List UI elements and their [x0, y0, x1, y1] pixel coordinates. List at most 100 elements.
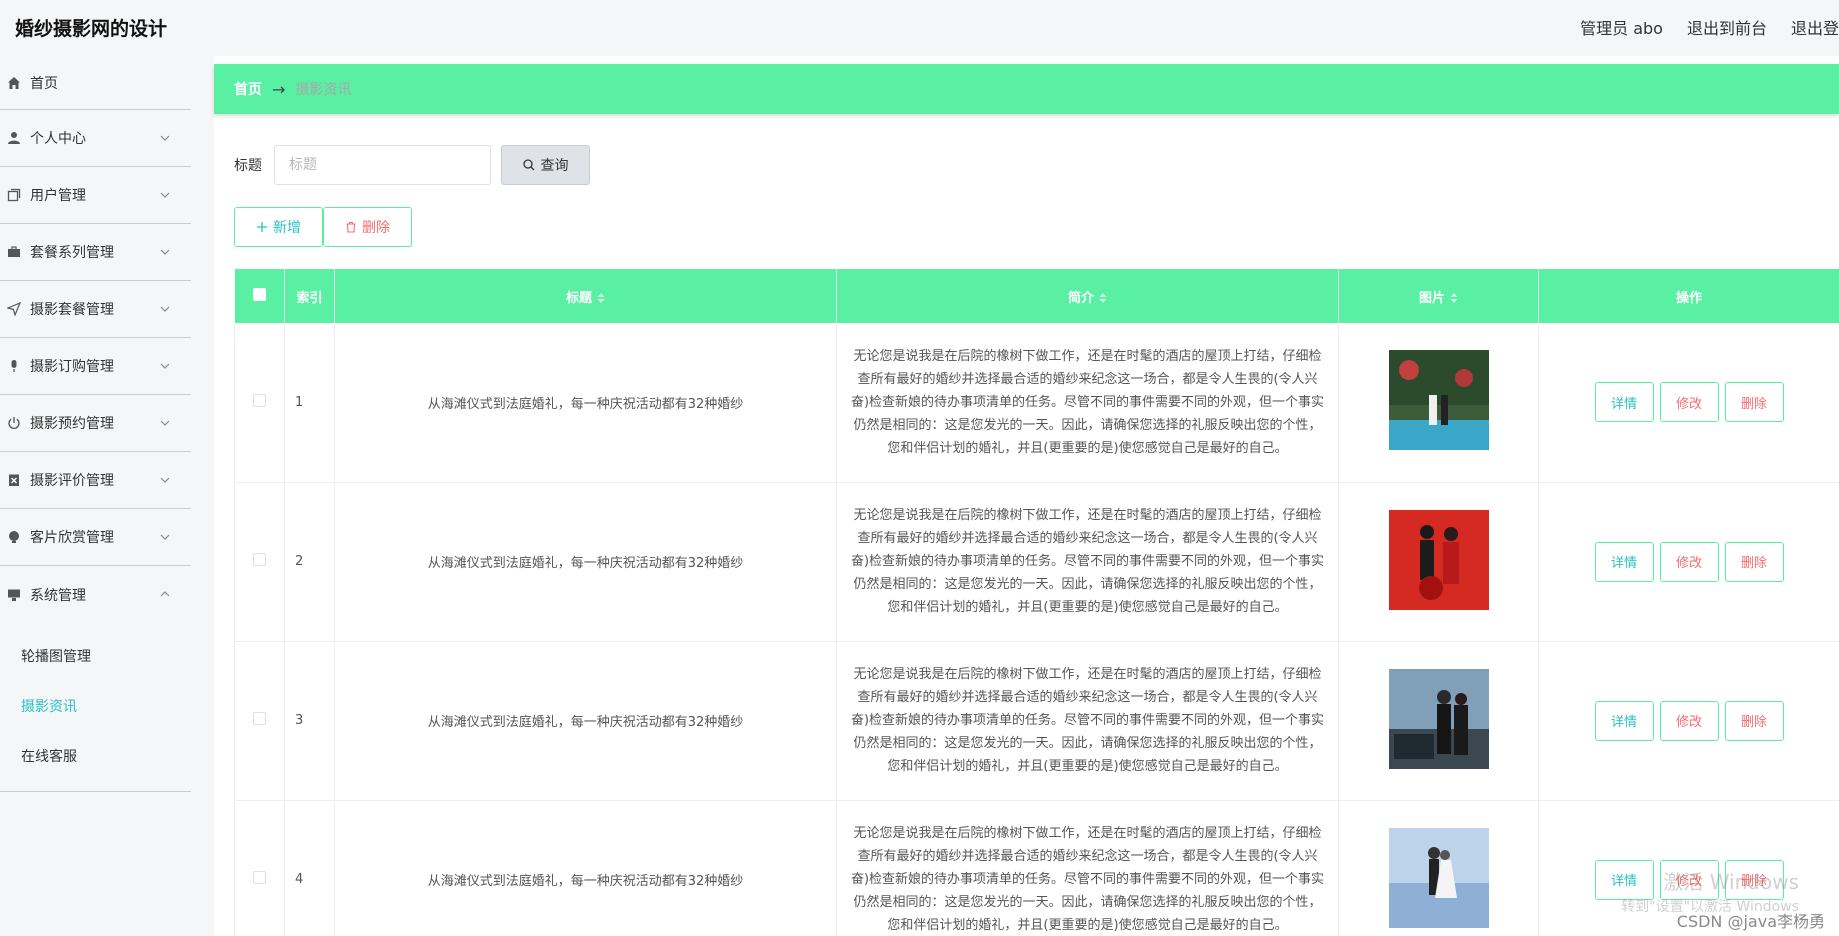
select-all-checkbox[interactable]	[252, 287, 266, 301]
row-title: 从海滩仪式到法庭婚礼，每一种庆祝活动都有32种婚纱	[334, 482, 837, 642]
sidebar-item-label: 用户管理	[30, 188, 86, 204]
breadcrumb: 首页 → 摄影资讯	[214, 64, 1839, 114]
row-checkbox[interactable]	[253, 393, 266, 407]
batch-delete-button[interactable]: 删除	[323, 207, 412, 247]
sidebar-item-label: 系统管理	[30, 587, 86, 604]
send-icon	[6, 301, 22, 317]
header-ops: 操作	[1538, 269, 1839, 323]
row-checkbox[interactable]	[253, 553, 266, 566]
sidebar-item-system[interactable]: 系统管理	[0, 566, 191, 623]
row-title: 从海滩仪式到法庭婚礼，每一种庆祝活动都有32种婚纱	[334, 800, 837, 936]
detail-button[interactable]: 详情	[1594, 541, 1654, 582]
action-bar: 新增 删除	[234, 207, 412, 247]
header-title-label: 标题	[565, 290, 592, 306]
sidebar-item-label: 客片欣赏管理	[30, 530, 114, 546]
chevron-down-icon	[160, 306, 170, 312]
breadcrumb-home[interactable]: 首页	[234, 79, 262, 99]
news-table: 索引 标题 简介 图片 操作 1 从海滩仪式到法庭婚礼，每一种庆祝活动都有32种…	[234, 269, 1839, 936]
edit-button[interactable]: 修改	[1659, 541, 1719, 582]
row-checkbox[interactable]	[253, 871, 266, 884]
header-intro[interactable]: 简介	[836, 269, 1339, 323]
select-all-cell	[234, 269, 285, 323]
table-row: 1 从海滩仪式到法庭婚礼，每一种庆祝活动都有32种婚纱 无论您是说我是在后院的橡…	[234, 323, 1839, 483]
table-row: 3 从海滩仪式到法庭婚礼，每一种庆祝活动都有32种婚纱 无论您是说我是在后院的橡…	[234, 641, 1839, 801]
wedding-photo-thumbnail[interactable]	[1388, 509, 1489, 610]
delete-box-icon	[6, 472, 22, 488]
sidebar-item-label: 摄影套餐管理	[30, 302, 114, 318]
detail-button[interactable]: 详情	[1594, 859, 1654, 900]
row-checkbox-cell	[234, 800, 285, 936]
edit-button[interactable]: 修改	[1659, 382, 1719, 423]
edit-button[interactable]: 修改	[1659, 700, 1719, 741]
row-checkbox-cell	[234, 482, 285, 642]
search-form: 标题 查询	[234, 145, 590, 185]
chevron-down-icon	[160, 249, 170, 255]
chevron-down-icon	[160, 477, 170, 483]
header-title[interactable]: 标题	[334, 269, 837, 323]
row-checkbox-cell	[234, 641, 285, 801]
row-index: 1	[284, 323, 335, 483]
search-icon	[522, 159, 534, 171]
bulb-icon	[6, 529, 22, 545]
row-checkbox[interactable]	[253, 712, 266, 725]
search-label: 标题	[234, 158, 262, 174]
monitor-icon	[6, 587, 22, 603]
table-row: 4 从海滩仪式到法庭婚礼，每一种庆祝活动都有32种婚纱 无论您是说我是在后院的橡…	[234, 800, 1839, 936]
sidebar-item-home[interactable]: 首页	[0, 56, 191, 110]
chevron-down-icon	[160, 420, 170, 426]
chevron-down-icon	[160, 363, 170, 369]
header-image-label: 图片	[1418, 290, 1445, 306]
row-title: 从海滩仪式到法庭婚礼，每一种庆祝活动都有32种婚纱	[334, 641, 837, 801]
admin-label: 管理员 abo	[1580, 19, 1663, 38]
sidebar-item-package-series[interactable]: 套餐系列管理	[0, 224, 191, 281]
sidebar-item-photo-order[interactable]: 摄影订购管理	[0, 338, 191, 395]
sort-icon	[597, 293, 605, 303]
sidebar-item-photo-package[interactable]: 摄影套餐管理	[0, 281, 191, 338]
row-image-cell	[1338, 641, 1539, 801]
chevron-down-icon	[160, 192, 170, 198]
row-index: 2	[284, 482, 335, 642]
sidebar-item-users[interactable]: 用户管理	[0, 167, 191, 224]
sidebar-item-label: 套餐系列管理	[30, 245, 114, 261]
power-icon	[6, 415, 22, 431]
row-ops: 详情 修改 删除	[1538, 641, 1839, 801]
sidebar-subitem-news[interactable]: 摄影资讯	[0, 681, 191, 731]
sidebar-subitem-carousel[interactable]: 轮播图管理	[0, 631, 191, 681]
delete-button[interactable]: 删除	[1724, 541, 1784, 582]
sidebar-item-profile[interactable]: 个人中心	[0, 110, 191, 167]
trash-icon	[346, 221, 356, 233]
add-button[interactable]: 新增	[234, 207, 323, 247]
wedding-photo-thumbnail[interactable]	[1388, 668, 1489, 769]
sidebar-subitem-service[interactable]: 在线客服	[0, 731, 191, 781]
sidebar-item-photo-reservation[interactable]: 摄影预约管理	[0, 395, 191, 452]
table-header-row: 索引 标题 简介 图片 操作	[234, 269, 1839, 323]
chevron-up-icon	[160, 591, 170, 597]
row-index: 4	[284, 800, 335, 936]
sidebar-item-photo-review[interactable]: 摄影评价管理	[0, 452, 191, 509]
sort-icon	[1099, 293, 1107, 303]
sidebar-item-label: 首页	[30, 75, 58, 92]
detail-button[interactable]: 详情	[1594, 382, 1654, 423]
header-index: 索引	[284, 269, 335, 323]
delete-button[interactable]: 删除	[1724, 382, 1784, 423]
detail-button[interactable]: 详情	[1594, 700, 1654, 741]
header-image[interactable]: 图片	[1338, 269, 1539, 323]
delete-button-label: 删除	[362, 220, 390, 236]
row-checkbox-cell	[234, 323, 285, 483]
front-link[interactable]: 退出到前台	[1687, 15, 1767, 39]
chevron-down-icon	[160, 135, 170, 141]
wedding-photo-thumbnail[interactable]	[1388, 827, 1489, 928]
breadcrumb-current: 摄影资讯	[295, 82, 352, 98]
logout-link[interactable]: 退出登	[1791, 15, 1839, 39]
sidebar-item-label: 个人中心	[30, 131, 86, 147]
credit-watermark: CSDN @java李杨勇	[1676, 912, 1825, 931]
title-search-input[interactable]	[274, 145, 491, 185]
delete-button[interactable]: 删除	[1724, 700, 1784, 741]
sidebar-item-label: 摄影预约管理	[30, 416, 114, 432]
wedding-photo-thumbnail[interactable]	[1388, 350, 1489, 451]
sidebar-item-client-gallery[interactable]: 客片欣赏管理	[0, 509, 191, 566]
row-image-cell	[1338, 800, 1539, 936]
search-button[interactable]: 查询	[501, 145, 590, 185]
main-content: 首页 → 摄影资讯 标题 查询 新增 删除 索引 标题 简介	[214, 56, 1839, 936]
briefcase-icon	[6, 244, 22, 260]
